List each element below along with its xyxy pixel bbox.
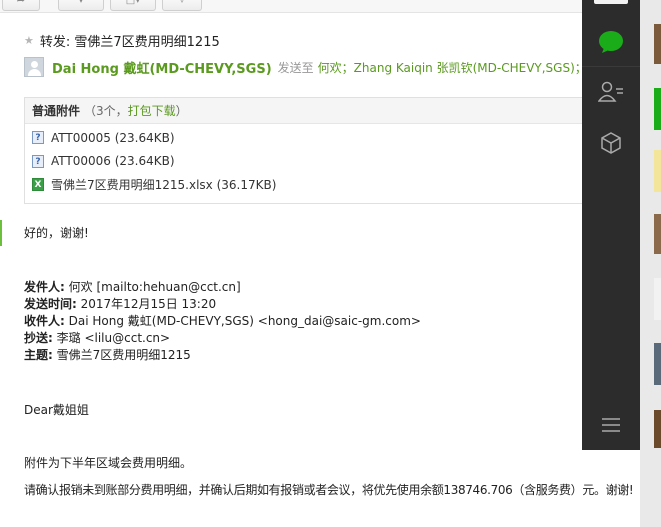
attachment-title: 普通附件	[32, 104, 81, 118]
fwd-subject-value: 雪佛兰7区费用明细1215	[56, 348, 191, 362]
email-subject: 转发: 雪佛兰7区费用明细1215	[39, 34, 220, 50]
fwd-to-line: 收件人: Dai Hong 戴虹(MD-CHEVY,SGS) <hong_dai…	[24, 312, 421, 329]
fwd-from-value: 何欢 [mailto:hehuan@cct.cn]	[68, 280, 241, 294]
thumbnail[interactable]	[654, 214, 661, 254]
thumbnail-strip	[640, 0, 661, 527]
unknown-file-icon: ?	[32, 154, 44, 168]
attachment-header: 普通附件 （3个，打包下载）	[25, 98, 593, 124]
more-icon[interactable]: ▾	[58, 0, 104, 11]
attachment-panel: 普通附件 （3个，打包下载） ? ATT00005 (23.64KB) ? AT…	[24, 97, 594, 204]
forward-icon[interactable]: ➦	[2, 0, 40, 11]
thumbnail[interactable]	[654, 278, 661, 320]
side-app-bar	[582, 0, 640, 450]
subject-row: ★ 转发: 雪佛兰7区费用明细1215	[24, 31, 220, 50]
attachment-item[interactable]: X 雪佛兰7区费用明细1215.xlsx (36.17KB)	[32, 173, 593, 197]
reply-text: 好的，谢谢!	[24, 226, 89, 240]
fwd-sent-value: 2017年12月15日 13:20	[80, 297, 217, 311]
sidebar-top-tab[interactable]	[594, 0, 628, 4]
attachment-count: （3个，打包下载）	[84, 102, 188, 119]
attachment-label[interactable]: ATT00006 (23.64KB)	[51, 154, 175, 168]
attachment-count-suffix: ）	[175, 104, 188, 118]
fwd-to-label: 收件人:	[24, 314, 65, 328]
fwd-subject-label: 主题:	[24, 348, 53, 362]
contacts-icon[interactable]	[596, 77, 626, 107]
reading-marker	[0, 220, 2, 246]
attachment-label[interactable]: 雪佛兰7区费用明细1215.xlsx (36.17KB)	[51, 176, 276, 193]
thumbnail[interactable]	[654, 410, 661, 448]
avatar[interactable]	[24, 57, 44, 77]
chat-icon[interactable]	[596, 27, 626, 57]
thumbnail[interactable]	[654, 24, 661, 64]
body-line-2: 请确认报销未到账部分费用明细，并确认后期如有报销或者会议，将优先使用余额1387…	[24, 483, 634, 497]
fwd-from-line: 发件人: 何欢 [mailto:hehuan@cct.cn]	[24, 278, 241, 295]
star-icon[interactable]: ★	[24, 34, 34, 47]
from-row: Dai Hong 戴虹(MD-CHEVY,SGS) 发送至 何欢；Zhang K…	[24, 56, 587, 78]
thumbnail[interactable]	[654, 150, 661, 192]
menu-icon[interactable]	[596, 410, 626, 440]
fwd-cc-value: 李璐 <lilu@cct.cn>	[56, 331, 171, 345]
fwd-to-value: Dai Hong 戴虹(MD-CHEVY,SGS) <hong_dai@saic…	[68, 314, 421, 328]
download-all-link[interactable]: 打包下载	[128, 104, 176, 118]
sent-to-label: 发送至	[277, 60, 314, 75]
fwd-subject-line: 主题: 雪佛兰7区费用明细1215	[24, 346, 191, 363]
attachment-label[interactable]: ATT00005 (23.64KB)	[51, 131, 175, 145]
sidebar-divider	[582, 66, 640, 67]
attachment-item[interactable]: ? ATT00005 (23.64KB)	[32, 126, 593, 150]
fwd-cc-label: 抄送:	[24, 331, 53, 345]
recipient-list[interactable]: 何欢；Zhang Kaiqin 张凯钦(MD-CHEVY,SGS)；	[318, 59, 587, 76]
thumbnail[interactable]	[654, 343, 661, 385]
excel-file-icon: X	[32, 178, 44, 192]
attachment-item[interactable]: ? ATT00006 (23.64KB)	[32, 150, 593, 174]
greeting-text: Dear戴姐姐	[24, 403, 89, 417]
thumbnail[interactable]	[654, 88, 661, 130]
fwd-from-label: 发件人:	[24, 280, 65, 294]
attachment-list: ? ATT00005 (23.64KB) ? ATT00006 (23.64KB…	[25, 124, 593, 197]
sender-name[interactable]: Dai Hong 戴虹(MD-CHEVY,SGS)	[52, 58, 272, 77]
fwd-sent-label: 发送时间:	[24, 297, 77, 311]
mail-toolbar: ➦ ▾ □▾ ▿	[0, 0, 600, 13]
unknown-file-icon: ?	[32, 131, 44, 145]
apps-box-icon[interactable]	[596, 128, 626, 158]
body-line-1: 附件为下半年区域会费用明细。	[24, 456, 193, 470]
attachment-count-prefix: （3个，	[84, 104, 128, 118]
fwd-sent-line: 发送时间: 2017年12月15日 13:20	[24, 295, 216, 312]
mark-icon[interactable]: □▾	[110, 0, 156, 11]
fwd-cc-line: 抄送: 李璐 <lilu@cct.cn>	[24, 329, 170, 346]
move-icon[interactable]: ▿	[162, 0, 202, 11]
